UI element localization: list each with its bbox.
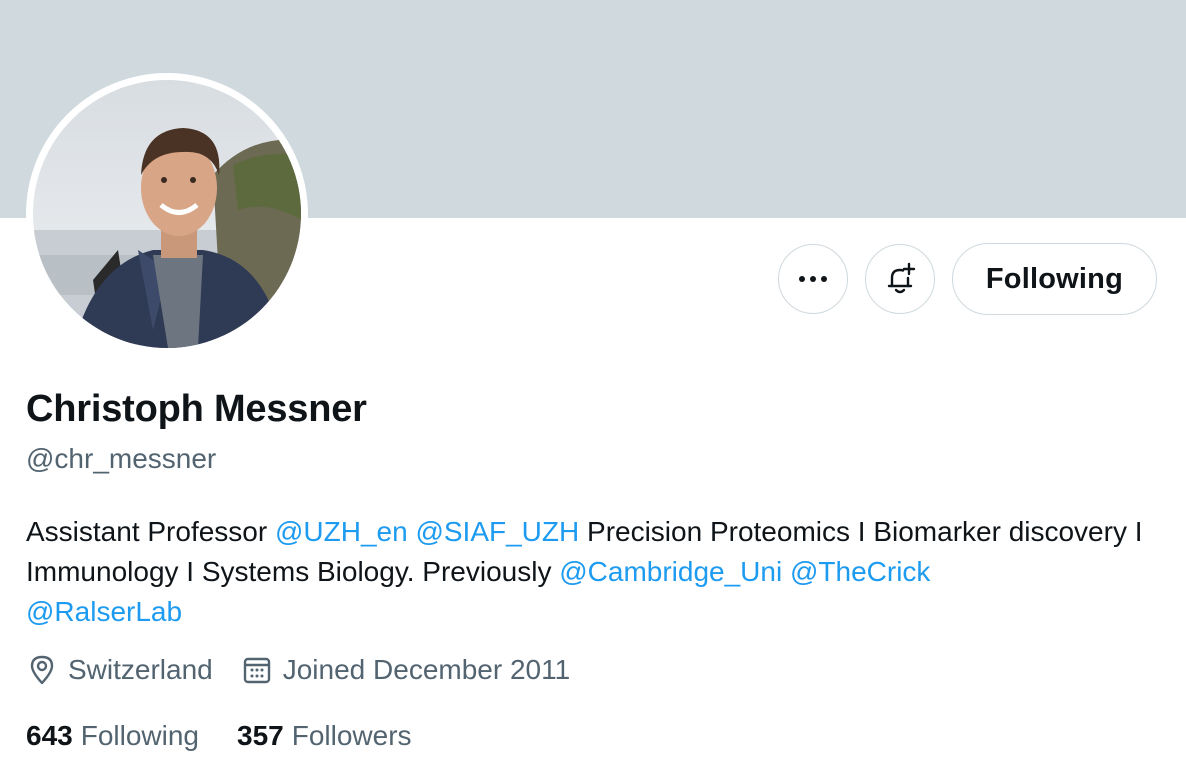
mention-link[interactable]: @Cambridge_Uni: [559, 556, 782, 587]
following-button[interactable]: Following: [951, 243, 1157, 315]
calendar-icon: [243, 657, 270, 684]
join-date-text: Joined December 2011: [282, 654, 571, 685]
location-pin-icon: [30, 655, 54, 685]
avatar-frame: [26, 73, 308, 355]
avatar[interactable]: [33, 80, 301, 348]
profile-meta: Switzerland Joined December 2011: [26, 654, 598, 686]
profile-stats: 643 Following 357 Followers: [26, 720, 450, 752]
avatar-photo: [33, 80, 301, 348]
profile-bio: Assistant Professor @UZH_en @SIAF_UZH Pr…: [26, 512, 1166, 632]
location-text: Switzerland: [68, 654, 213, 685]
following-link[interactable]: 643 Following: [26, 720, 199, 752]
mention-link[interactable]: @UZH_en: [275, 516, 408, 547]
followers-link[interactable]: 357 Followers: [237, 720, 412, 752]
more-icon: [798, 276, 827, 282]
bio-text: Assistant Professor: [26, 516, 275, 547]
following-label: Following: [80, 720, 199, 751]
notifications-button[interactable]: [864, 244, 935, 314]
mention-link[interactable]: @SIAF_UZH: [415, 516, 579, 547]
profile-actions: Following: [777, 243, 1157, 315]
join-date: Joined December 2011: [241, 654, 570, 686]
mention-link[interactable]: @RalserLab: [26, 596, 182, 627]
followers-label: Followers: [291, 720, 412, 751]
bio-text: [782, 556, 790, 587]
profile-handle: @chr_messner: [26, 443, 217, 474]
following-count: 643: [26, 720, 73, 751]
location: Switzerland: [26, 654, 213, 686]
bell-plus-icon: [887, 262, 916, 294]
mention-link[interactable]: @TheCrick: [790, 556, 930, 587]
profile-name: Christoph Messner: [26, 388, 367, 430]
more-button[interactable]: [777, 244, 848, 314]
followers-count: 357: [237, 720, 284, 751]
